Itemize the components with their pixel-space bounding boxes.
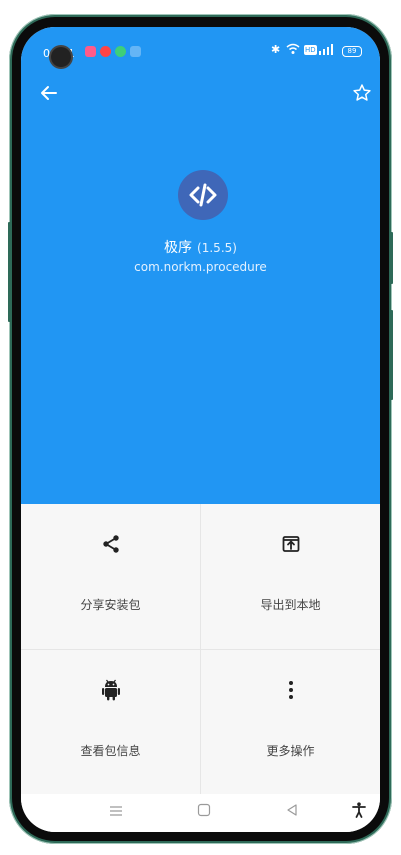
side-button-right-top xyxy=(390,232,393,284)
screen: 00:41 ✱ HD 89 xyxy=(21,27,380,832)
bluetooth-icon: ✱ xyxy=(271,43,281,56)
android-icon xyxy=(21,678,200,702)
notification-app-icon xyxy=(115,46,126,57)
share-icon xyxy=(21,532,200,556)
app-name: 极序 xyxy=(164,240,193,256)
app-logo-icon xyxy=(178,170,228,220)
export-local-button[interactable]: 导出到本地 xyxy=(201,504,380,649)
system-nav-bar xyxy=(21,794,380,832)
action-label: 更多操作 xyxy=(266,744,315,758)
more-vert-icon xyxy=(201,678,380,702)
front-camera xyxy=(51,47,71,67)
action-grid: 分享安装包 导出到本地 查看包信息 更多操作 xyxy=(21,504,380,794)
wifi-icon xyxy=(286,43,300,58)
favorite-star-icon[interactable] xyxy=(351,83,373,105)
notification-app-icon xyxy=(100,46,111,57)
action-label: 查看包信息 xyxy=(80,744,141,758)
notification-app-icon xyxy=(130,46,141,57)
status-bar: 00:41 ✱ HD 89 xyxy=(21,27,380,69)
notification-app-icon xyxy=(85,46,96,57)
side-button-right-bottom xyxy=(390,310,393,400)
app-version: (1.5.5) xyxy=(197,241,237,255)
menu-icon[interactable] xyxy=(106,802,126,822)
share-package-button[interactable]: 分享安装包 xyxy=(21,504,200,649)
action-label: 导出到本地 xyxy=(260,598,321,612)
hd-icon: HD xyxy=(304,45,317,55)
export-icon xyxy=(201,532,380,556)
side-button-left xyxy=(8,222,11,322)
battery-indicator: 89 xyxy=(342,46,362,57)
grid-divider-horizontal xyxy=(21,649,380,650)
more-actions-button[interactable]: 更多操作 xyxy=(201,650,380,795)
view-package-info-button[interactable]: 查看包信息 xyxy=(21,650,200,795)
signal-icon xyxy=(319,43,337,58)
package-name: com.norkm.procedure xyxy=(134,260,267,274)
accessibility-icon[interactable] xyxy=(349,802,369,822)
back-arrow-icon[interactable] xyxy=(39,83,61,105)
action-label: 分享安装包 xyxy=(80,598,141,612)
app-header: 00:41 ✱ HD 89 xyxy=(21,27,380,504)
home-icon[interactable] xyxy=(194,802,214,822)
app-title: 极序 (1.5.5) xyxy=(21,237,380,257)
back-triangle-icon[interactable] xyxy=(282,802,302,822)
